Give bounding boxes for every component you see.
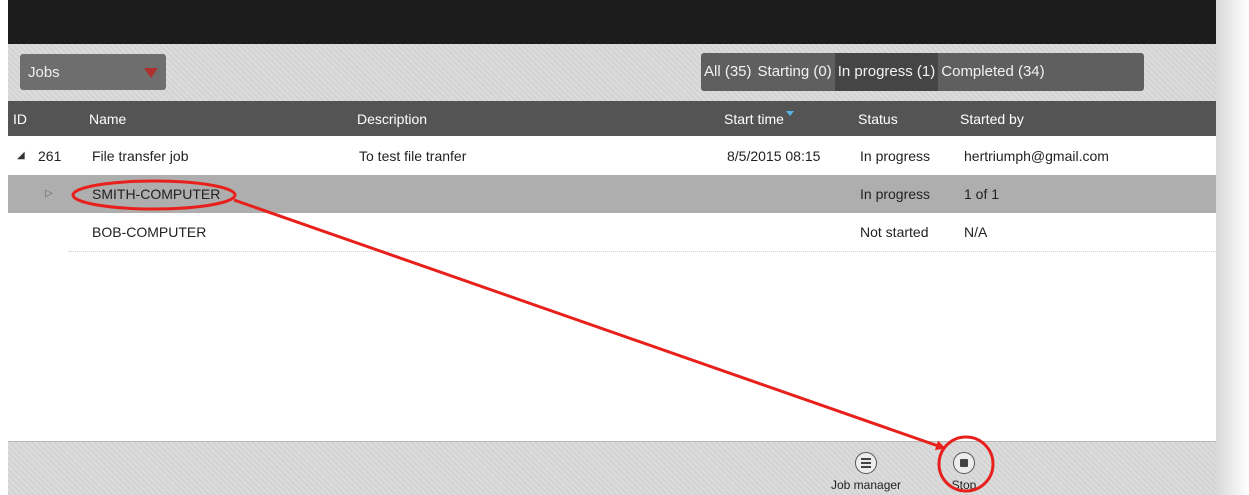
- highlight-ellipse: [71, 179, 237, 211]
- annotation-overlay: [71, 179, 995, 493]
- highlight-circle: [937, 435, 995, 493]
- annotation-arrow: [233, 198, 946, 451]
